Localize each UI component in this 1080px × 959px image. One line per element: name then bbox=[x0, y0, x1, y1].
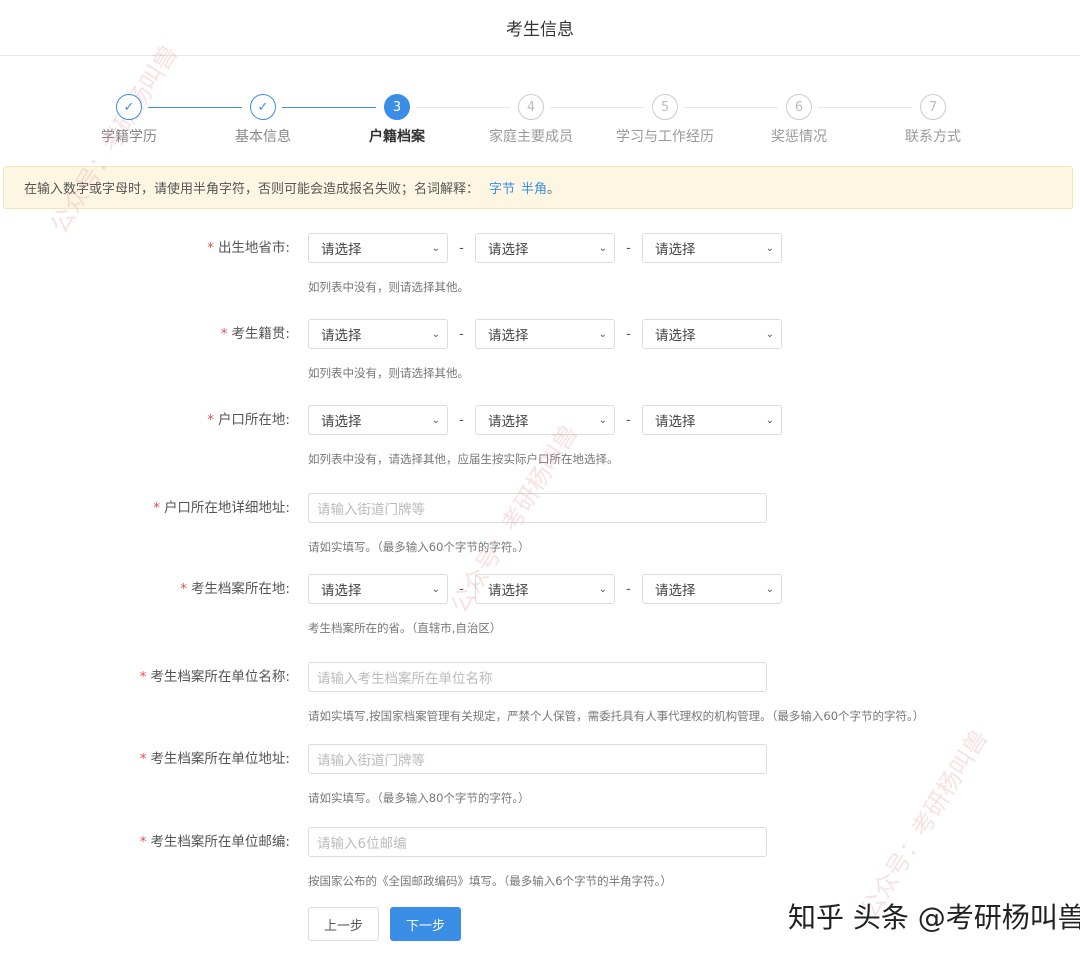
required-mark: * bbox=[180, 581, 187, 597]
chevron-down-icon: ⌄ bbox=[765, 583, 774, 595]
field-label: * 考生籍贯: bbox=[220, 326, 290, 342]
chevron-down-icon: ⌄ bbox=[431, 328, 440, 340]
separator-dash: - bbox=[626, 240, 631, 256]
prev-step-button[interactable]: 上一步 bbox=[308, 907, 379, 941]
field-label: * 考生档案所在地: bbox=[180, 581, 290, 597]
step-connector bbox=[684, 107, 778, 108]
source-credit: 知乎 头条 @考研杨叫兽 bbox=[788, 901, 1080, 934]
field-hint: 如列表中没有，请选择其他，应届生按实际户口所在地选择。 bbox=[308, 452, 619, 466]
notice-text: 在输入数字或字母时，请使用半角字符，否则可能会造成报名失败；名词解释： bbox=[24, 182, 480, 197]
separator-dash: - bbox=[459, 240, 464, 256]
step-4[interactable]: 4 家庭主要成员 bbox=[464, 94, 598, 146]
check-icon: ✓ bbox=[250, 94, 276, 120]
step-2[interactable]: ✓ 基本信息 bbox=[196, 94, 330, 146]
required-mark: * bbox=[139, 751, 147, 767]
separator-dash: - bbox=[626, 412, 631, 428]
step-number: 4 bbox=[518, 94, 544, 120]
step-number: 6 bbox=[786, 94, 812, 120]
required-mark: * bbox=[207, 240, 214, 256]
archive-unit-address-input[interactable]: 请输入街道门牌等 bbox=[308, 744, 767, 774]
step-label: 联系方式 bbox=[905, 129, 961, 145]
step-3[interactable]: 3 户籍档案 bbox=[330, 94, 464, 146]
chevron-down-icon: ⌄ bbox=[431, 414, 440, 426]
step-connector bbox=[282, 107, 376, 108]
hukou-county-select[interactable]: 请选择 ⌄ bbox=[642, 405, 782, 435]
step-connector bbox=[416, 107, 510, 108]
field-hint: 如列表中没有，则请选择其他。 bbox=[308, 280, 469, 294]
archive-unit-zip-input[interactable]: 请输入6位邮编 bbox=[308, 827, 767, 857]
field-hint: 按国家公布的《全国邮政编码》填写。（最多输入6个字节的半角字符。） bbox=[308, 874, 672, 888]
step-label: 学习与工作经历 bbox=[616, 129, 714, 145]
page-header: 考生信息 bbox=[0, 0, 1080, 56]
chevron-down-icon: ⌄ bbox=[765, 328, 774, 340]
hukou-address-input[interactable]: 请输入街道门牌等 bbox=[308, 493, 767, 523]
birthplace-city-select[interactable]: 请选择 ⌄ bbox=[475, 233, 615, 263]
archive-city-select[interactable]: 请选择 ⌄ bbox=[475, 574, 615, 604]
watermark: 公众号：考研杨叫兽 bbox=[855, 725, 994, 924]
archive-county-select[interactable]: 请选择 ⌄ bbox=[642, 574, 782, 604]
notice-banner: 在输入数字或字母时，请使用半角字符，否则可能会造成报名失败；名词解释： 字节 半… bbox=[3, 166, 1073, 209]
archive-unit-name-input[interactable]: 请输入考生档案所在单位名称 bbox=[308, 662, 767, 692]
step-7[interactable]: 7 联系方式 bbox=[866, 94, 1000, 146]
check-icon: ✓ bbox=[116, 94, 142, 120]
step-number: 5 bbox=[652, 94, 678, 120]
field-hint: 如列表中没有，则请选择其他。 bbox=[308, 366, 469, 380]
step-connector bbox=[148, 107, 242, 108]
birthplace-county-select[interactable]: 请选择 ⌄ bbox=[642, 233, 782, 263]
progress-steps: ✓ 学籍学历 ✓ 基本信息 3 户籍档案 4 家庭主要成员 5 学习与工作经历 … bbox=[62, 94, 1022, 148]
chevron-down-icon: ⌄ bbox=[598, 328, 607, 340]
chevron-down-icon: ⌄ bbox=[598, 414, 607, 426]
step-connector bbox=[550, 107, 644, 108]
native-province-select[interactable]: 请选择 ⌄ bbox=[308, 319, 448, 349]
separator-dash: - bbox=[626, 326, 631, 342]
step-label: 学籍学历 bbox=[101, 129, 157, 145]
field-label: * 考生档案所在单位名称: bbox=[139, 669, 290, 685]
hukou-city-select[interactable]: 请选择 ⌄ bbox=[475, 405, 615, 435]
step-label: 户籍档案 bbox=[369, 129, 425, 145]
separator-dash: - bbox=[459, 412, 464, 428]
field-hint: 请如实填写。（最多输入80个字节的字符。） bbox=[308, 791, 530, 805]
notice-suffix: 。 bbox=[547, 182, 561, 197]
separator-dash: - bbox=[626, 581, 631, 597]
step-label: 基本信息 bbox=[235, 129, 291, 145]
archive-province-select[interactable]: 请选择 ⌄ bbox=[308, 574, 448, 604]
chevron-down-icon: ⌄ bbox=[765, 242, 774, 254]
chevron-down-icon: ⌄ bbox=[598, 242, 607, 254]
separator-dash: - bbox=[459, 581, 464, 597]
step-label: 家庭主要成员 bbox=[489, 129, 573, 145]
step-6[interactable]: 6 奖惩情况 bbox=[732, 94, 866, 146]
separator-dash: - bbox=[459, 326, 464, 342]
byte-link[interactable]: 字节 bbox=[489, 178, 515, 197]
required-mark: * bbox=[139, 669, 147, 685]
chevron-down-icon: ⌄ bbox=[598, 583, 607, 595]
field-label: * 出生地省市: bbox=[207, 240, 290, 256]
native-county-select[interactable]: 请选择 ⌄ bbox=[642, 319, 782, 349]
field-hint: 考生档案所在的省。（直辖市,自治区） bbox=[308, 621, 502, 635]
field-label: * 考生档案所在单位地址: bbox=[139, 751, 290, 767]
required-mark: * bbox=[207, 412, 214, 428]
field-label: * 户口所在地: bbox=[207, 412, 290, 428]
next-step-button[interactable]: 下一步 bbox=[390, 907, 461, 941]
step-number: 3 bbox=[384, 94, 410, 120]
required-mark: * bbox=[153, 500, 160, 516]
step-1[interactable]: ✓ 学籍学历 bbox=[62, 94, 196, 146]
birthplace-province-select[interactable]: 请选择 ⌄ bbox=[308, 233, 448, 263]
step-5[interactable]: 5 学习与工作经历 bbox=[598, 94, 732, 146]
chevron-down-icon: ⌄ bbox=[765, 414, 774, 426]
step-label: 奖惩情况 bbox=[771, 129, 827, 145]
native-city-select[interactable]: 请选择 ⌄ bbox=[475, 319, 615, 349]
required-mark: * bbox=[220, 326, 228, 342]
hukou-province-select[interactable]: 请选择 ⌄ bbox=[308, 405, 448, 435]
chevron-down-icon: ⌄ bbox=[431, 583, 440, 595]
field-hint: 请如实填写,按国家档案管理有关规定，严禁个人保管，需委托具有人事代理权的机构管理… bbox=[308, 709, 925, 723]
step-number: 7 bbox=[920, 94, 946, 120]
half-width-link[interactable]: 半角 bbox=[521, 178, 547, 197]
field-hint: 请如实填写。（最多输入60个字节的字符。） bbox=[308, 540, 530, 554]
page-title: 考生信息 bbox=[506, 20, 574, 40]
field-label: * 户口所在地详细地址: bbox=[153, 500, 290, 516]
required-mark: * bbox=[139, 834, 147, 850]
field-label: * 考生档案所在单位邮编: bbox=[139, 834, 290, 850]
step-connector bbox=[818, 107, 912, 108]
chevron-down-icon: ⌄ bbox=[431, 242, 440, 254]
